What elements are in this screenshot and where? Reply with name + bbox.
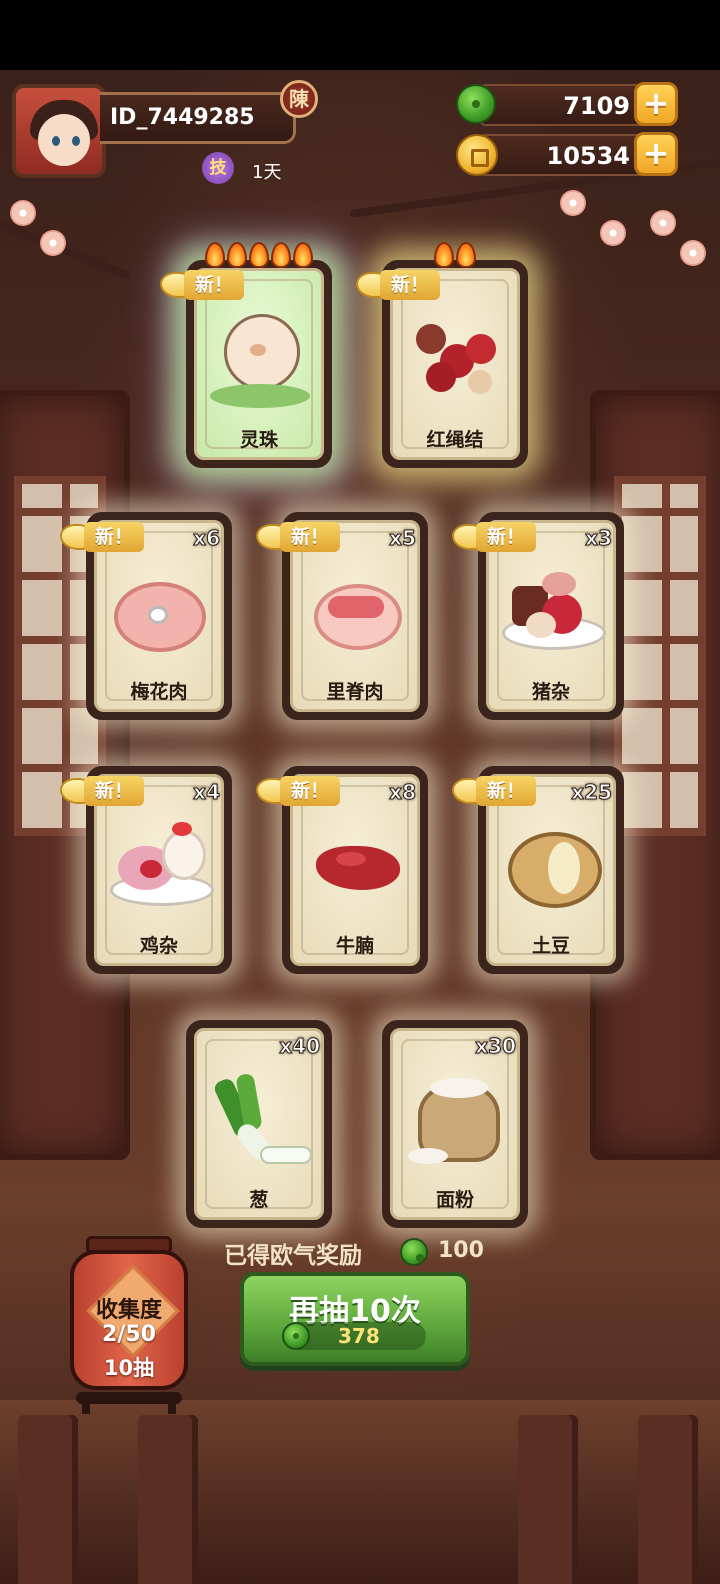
railing-post bbox=[138, 1415, 198, 1584]
new-tag: 新！ bbox=[160, 266, 250, 302]
flame-icon bbox=[293, 242, 313, 268]
jade-amount: 7109 bbox=[563, 92, 630, 120]
gold-currency: 10534 bbox=[478, 134, 658, 176]
card-name: 灵珠 bbox=[239, 429, 278, 451]
flame-icon bbox=[205, 242, 225, 268]
flame-icon bbox=[434, 242, 454, 268]
card-name: 红绳结 bbox=[426, 429, 484, 451]
card-red-knot[interactable]: 新！ 红绳结 bbox=[356, 242, 528, 468]
pork-shoulder-icon bbox=[110, 566, 208, 662]
blossom-branch bbox=[0, 220, 132, 281]
tenderloin-icon bbox=[306, 566, 404, 662]
card-count: x40 bbox=[279, 1034, 321, 1059]
jade-currency: 7109 bbox=[478, 84, 658, 126]
new-tag: 新！ bbox=[256, 772, 346, 808]
card-tenderloin[interactable]: 新！ x5 里脊肉 bbox=[256, 512, 428, 720]
card-count: x5 bbox=[389, 526, 417, 551]
railing-post bbox=[638, 1415, 698, 1584]
blossom bbox=[600, 220, 626, 246]
add-jade-button[interactable]: + bbox=[634, 82, 678, 126]
card-pork-shoulder[interactable]: 新！ x6 梅花肉 bbox=[60, 512, 232, 720]
red-knot-icon bbox=[406, 314, 504, 410]
collection-draws: 10抽 bbox=[103, 1356, 155, 1380]
card-count: x3 bbox=[585, 526, 613, 551]
blossom bbox=[40, 230, 66, 256]
add-gold-button[interactable]: + bbox=[634, 132, 678, 176]
flame-icon bbox=[271, 242, 291, 268]
new-tag: 新！ bbox=[60, 518, 150, 554]
jade-coin-icon bbox=[456, 84, 496, 124]
card-count: x25 bbox=[571, 780, 613, 805]
bonus-label: 已得欧气奖励 bbox=[224, 1243, 362, 1269]
draw-again-button[interactable]: 再抽10次 378 bbox=[240, 1272, 470, 1366]
flame-icon bbox=[456, 242, 476, 268]
card-name: 面粉 bbox=[435, 1189, 474, 1211]
beef-brisket-icon bbox=[306, 820, 404, 916]
skill-icon[interactable]: 技 bbox=[202, 152, 234, 184]
gold-amount: 10534 bbox=[546, 142, 631, 170]
card-name: 土豆 bbox=[531, 935, 570, 957]
blossom bbox=[560, 190, 586, 216]
card-name: 鸡杂 bbox=[139, 935, 178, 957]
player-id-plate: ID_7449285 bbox=[100, 92, 296, 144]
railing-post bbox=[518, 1415, 578, 1584]
card-name: 牛腩 bbox=[335, 935, 374, 957]
card-pork-offal[interactable]: 新！ x3 猪杂 bbox=[452, 512, 624, 720]
card-name: 里脊肉 bbox=[326, 681, 384, 703]
potato-icon bbox=[502, 820, 602, 916]
skill-days: 1天 bbox=[252, 162, 282, 183]
new-tag: 新！ bbox=[356, 266, 446, 302]
player-badge: 陳 bbox=[280, 80, 318, 118]
railing-post bbox=[18, 1415, 78, 1584]
flour-sack-icon bbox=[406, 1074, 504, 1170]
card-name: 猪杂 bbox=[531, 681, 570, 703]
new-tag: 新！ bbox=[452, 518, 542, 554]
pork-offal-icon bbox=[502, 566, 606, 662]
new-tag: 新！ bbox=[452, 772, 542, 808]
floor bbox=[0, 1400, 720, 1584]
collection-title: 收集度 bbox=[95, 1298, 162, 1323]
blossom bbox=[650, 210, 676, 236]
collection-lantern[interactable]: 收集度 2/50 10抽 bbox=[68, 1236, 190, 1414]
card-count: x8 bbox=[389, 780, 417, 805]
new-tag: 新！ bbox=[60, 772, 150, 808]
card-chicken-offal[interactable]: 新！ x4 鸡杂 bbox=[60, 766, 232, 974]
card-lingzhu[interactable]: 新！ 灵珠 bbox=[160, 242, 332, 468]
chicken-offal-icon bbox=[110, 820, 214, 916]
scallion-icon bbox=[210, 1072, 312, 1170]
card-flour[interactable]: x30 面粉 bbox=[382, 1020, 528, 1228]
card-count: x4 bbox=[193, 780, 221, 805]
blossom bbox=[10, 200, 36, 226]
card-beef-brisket[interactable]: 新！ x8 牛腩 bbox=[256, 766, 428, 974]
player-avatar[interactable] bbox=[12, 84, 106, 178]
draw-cost: 378 bbox=[338, 1324, 380, 1348]
new-tag: 新！ bbox=[256, 518, 346, 554]
card-potato[interactable]: 新！ x25 土豆 bbox=[452, 766, 624, 974]
blossom bbox=[680, 240, 706, 266]
flame-icon bbox=[249, 242, 269, 268]
flame-icon bbox=[227, 242, 247, 268]
card-name: 葱 bbox=[249, 1189, 269, 1211]
collection-progress: 2/50 bbox=[102, 1322, 156, 1347]
card-count: x30 bbox=[475, 1034, 517, 1059]
player-id: ID_7449285 bbox=[110, 105, 255, 130]
jade-coin-icon bbox=[400, 1238, 428, 1266]
card-name: 梅花肉 bbox=[130, 681, 188, 703]
spirit-pearl-icon bbox=[210, 314, 310, 410]
gold-coin-icon bbox=[456, 134, 498, 176]
bonus-value: 100 bbox=[438, 1238, 484, 1263]
card-scallion[interactable]: x40 葱 bbox=[186, 1020, 332, 1228]
card-count: x6 bbox=[193, 526, 221, 551]
jade-coin-icon bbox=[282, 1322, 310, 1350]
